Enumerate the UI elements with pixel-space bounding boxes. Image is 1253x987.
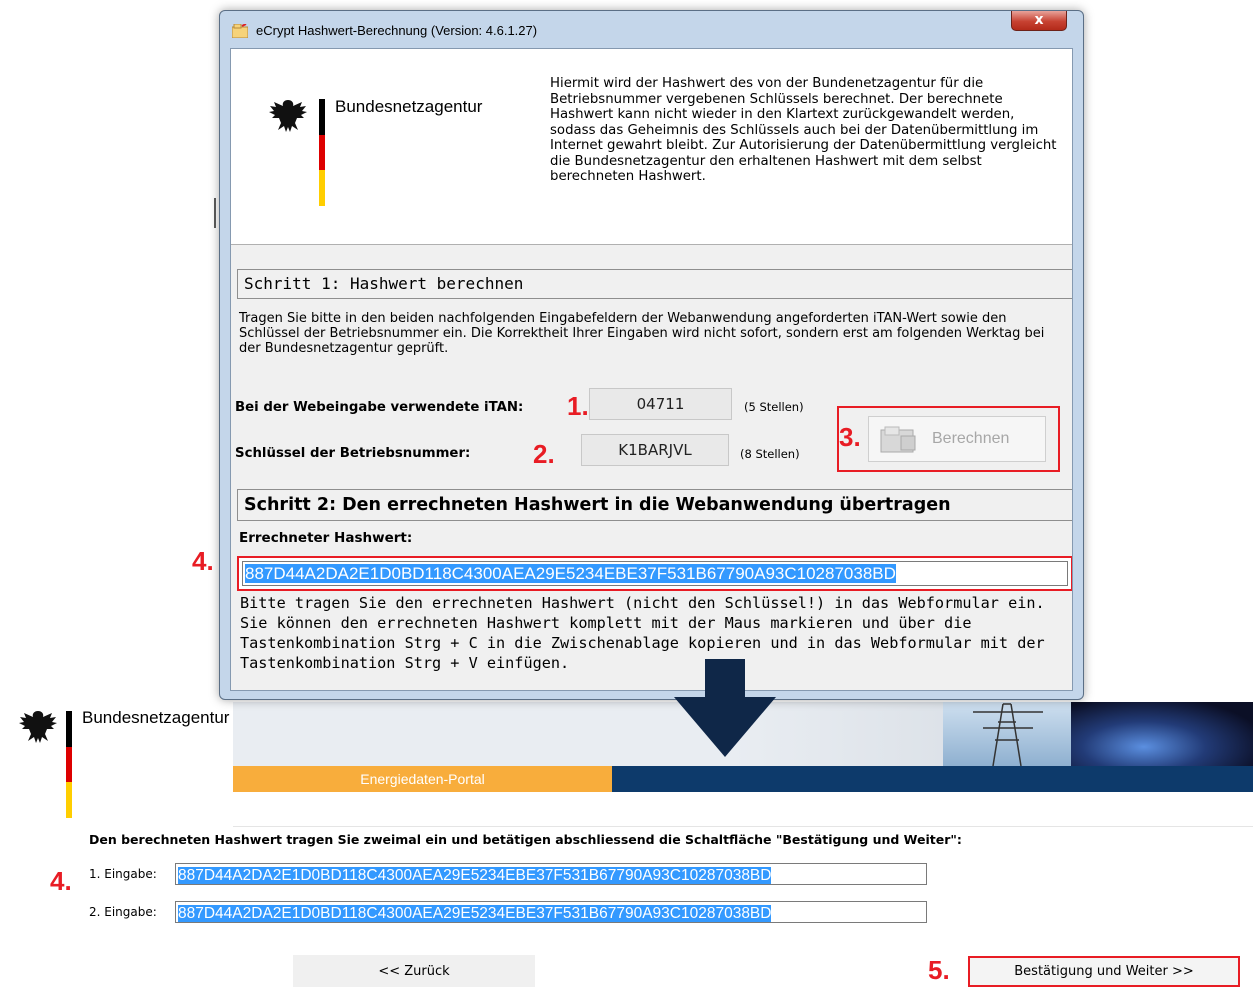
calculate-button-label: Berechnen — [932, 430, 1010, 447]
dialog-description: Hiermit wird der Hashwert des von der Bu… — [550, 76, 1057, 184]
step1-title: Schritt 1: Hashwert berechnen — [237, 269, 1072, 299]
hash-label: Errechneter Hashwert: — [239, 530, 413, 546]
step2-text: Bitte tragen Sie den errechneten Hashwer… — [240, 594, 1045, 672]
header-panel: Bundesnetzagentur Hiermit wird der Hashw… — [231, 49, 1072, 245]
portal-subnav — [233, 792, 1253, 827]
flag-red-bar — [66, 747, 72, 782]
gas-flame-image — [1071, 702, 1253, 766]
portal-instruction: Den berechneten Hashwert tragen Sie zwei… — [89, 832, 962, 847]
annotation-step-5: 5. — [928, 955, 950, 985]
dialog-flag-red — [319, 135, 325, 170]
portal-org-name: Bundesnetzagentur — [82, 708, 230, 727]
window-edge-mark — [214, 198, 216, 228]
dialog-org-name: Bundesnetzagentur — [335, 97, 483, 116]
portal-nav-bar — [612, 766, 1253, 792]
dialog-flag-gold — [319, 170, 325, 206]
dialog-flag-black — [319, 99, 325, 135]
entry1-label: 1. Eingabe: — [89, 867, 157, 881]
dialog-client-area: Bundesnetzagentur Hiermit wird der Hashw… — [230, 48, 1073, 691]
itan-hint: (5 Stellen) — [744, 400, 804, 414]
entry2-value: 887D44A2DA2E1D0BD118C4300AEA29E5234EBE37… — [178, 905, 772, 922]
flag-gold-bar — [66, 782, 72, 818]
key-label: Schlüssel der Betriebsnummer: — [235, 446, 471, 461]
entry1-value: 887D44A2DA2E1D0BD118C4300AEA29E5234EBE37… — [178, 867, 772, 884]
annotation-step-2: 2. — [533, 439, 555, 469]
calculate-button[interactable]: Berechnen — [868, 416, 1046, 462]
entry2-label: 2. Eingabe: — [89, 905, 157, 919]
portal-nav-energiedaten[interactable]: Energiedaten-Portal — [233, 766, 612, 792]
annotation-step-4a: 4. — [192, 546, 214, 576]
hash-value: 887D44A2DA2E1D0BD118C4300AEA29E5234EBE37… — [245, 564, 896, 583]
step2-title: Schritt 2: Den errechneten Hashwert in d… — [237, 489, 1072, 521]
close-icon: x — [1034, 12, 1044, 28]
dialog-eagle-icon — [266, 96, 310, 136]
annotation-step-3: 3. — [839, 422, 861, 452]
portal-eagle-icon — [16, 707, 60, 747]
close-button[interactable]: x — [1011, 11, 1067, 31]
dialog-title: eCrypt Hashwert-Berechnung (Version: 4.6… — [256, 23, 538, 38]
flag-black-bar — [66, 711, 72, 747]
down-arrow-icon — [670, 657, 780, 763]
hash-highlight: 887D44A2DA2E1D0BD118C4300AEA29E5234EBE37… — [237, 556, 1072, 591]
key-hint: (8 Stellen) — [740, 447, 800, 461]
power-pylon-image — [943, 702, 1071, 766]
key-field[interactable]: K1BARJVL — [581, 434, 729, 466]
entry1-field[interactable]: 887D44A2DA2E1D0BD118C4300AEA29E5234EBE37… — [175, 863, 927, 885]
annotation-step-1: 1. — [567, 391, 589, 421]
entry2-field[interactable]: 887D44A2DA2E1D0BD118C4300AEA29E5234EBE37… — [175, 901, 927, 923]
calculator-icon — [879, 426, 919, 459]
confirm-next-button[interactable]: Bestätigung und Weiter >> — [968, 956, 1240, 987]
app-icon — [231, 23, 249, 39]
annotation-step-4b: 4. — [50, 866, 72, 896]
back-button[interactable]: << Zurück — [293, 955, 535, 987]
ecrypt-dialog: eCrypt Hashwert-Berechnung (Version: 4.6… — [219, 10, 1084, 700]
itan-label: Bei der Webeingabe verwendete iTAN: — [235, 400, 524, 415]
itan-field[interactable]: 04711 — [589, 388, 732, 420]
step1-text: Tragen Sie bitte in den beiden nachfolge… — [239, 311, 1045, 356]
hash-field[interactable]: 887D44A2DA2E1D0BD118C4300AEA29E5234EBE37… — [242, 561, 1068, 586]
